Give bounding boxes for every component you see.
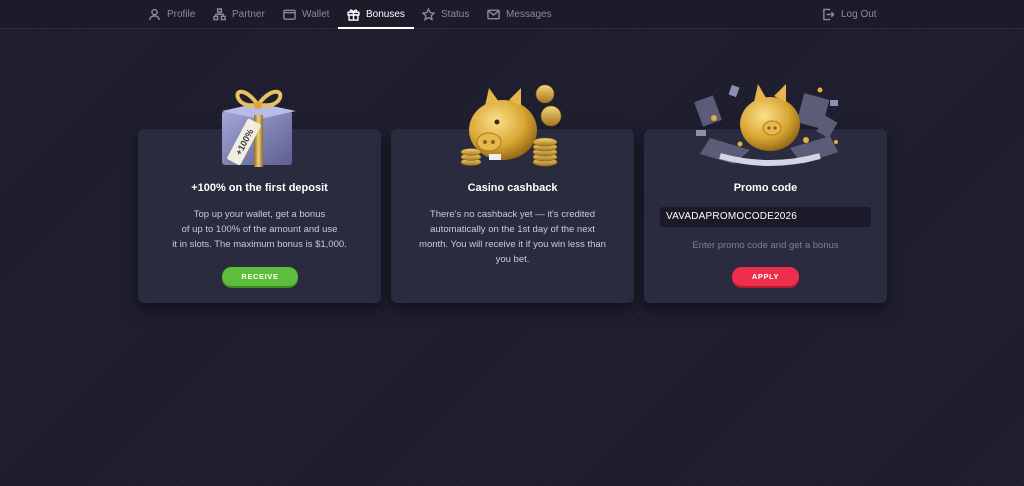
piggy-bank-coins-illustration (460, 84, 562, 167)
nav-messages[interactable]: Messages (487, 0, 552, 29)
logout-label: Log Out (841, 9, 877, 20)
deposit-bonus-description: Top up your wallet, get a bonus of up to… (156, 207, 363, 252)
user-icon (148, 8, 161, 21)
gift-box-illustration: +100% (222, 89, 296, 167)
nav-status-label: Status (441, 9, 470, 20)
apply-button[interactable]: APPLY (732, 267, 799, 286)
top-navigation: Profile Partner Wallet Bonuses Status Me… (0, 0, 1024, 29)
nav-partner-label: Partner (232, 9, 265, 20)
cashback-text-line: month. You will receive it if you win le… (419, 239, 606, 250)
nav-profile-label: Profile (167, 9, 196, 20)
cashback-text-line: you bet. (495, 254, 530, 265)
gift-icon (347, 9, 360, 21)
receive-button[interactable]: RECEIVE (222, 267, 298, 286)
deposit-text-line: of up to 100% of the amount and use (181, 224, 338, 235)
promo-code-hint: Enter promo code and get a bonus (692, 240, 839, 251)
nav-bonuses[interactable]: Bonuses (338, 0, 414, 29)
logout-button[interactable]: Log Out (822, 0, 877, 29)
deposit-bonus-title: +100% on the first deposit (191, 182, 328, 194)
partner-icon (213, 8, 226, 21)
cashback-description: There's no cashback yet — it's credited … (409, 207, 616, 267)
nav-bonuses-label: Bonuses (366, 9, 405, 20)
star-icon (422, 8, 435, 21)
promo-code-input[interactable]: VAVADAPROMOCODE2026 (660, 207, 871, 227)
piggy-bank-explosion-illustration (694, 84, 838, 166)
cashback-text-line: automatically on the 1st day of the next (430, 224, 595, 235)
wallet-icon (283, 9, 296, 20)
logout-icon (823, 8, 835, 21)
nav-profile[interactable]: Profile (148, 0, 195, 29)
nav-wallet[interactable]: Wallet (283, 0, 329, 29)
cashback-title: Casino cashback (467, 182, 558, 194)
cashback-text-line: There's no cashback yet — it's credited (429, 209, 596, 220)
deposit-text-line: Top up your wallet, get a bonus (193, 209, 326, 220)
nav-wallet-label: Wallet (302, 9, 330, 20)
deposit-text-line: it in slots. The maximum bonus is $1,000… (172, 239, 347, 250)
mail-icon (487, 9, 500, 20)
nav-messages-label: Messages (506, 9, 552, 20)
nav-status[interactable]: Status (422, 0, 469, 29)
nav-partner[interactable]: Partner (213, 0, 265, 29)
promo-code-title: Promo code (733, 182, 798, 194)
